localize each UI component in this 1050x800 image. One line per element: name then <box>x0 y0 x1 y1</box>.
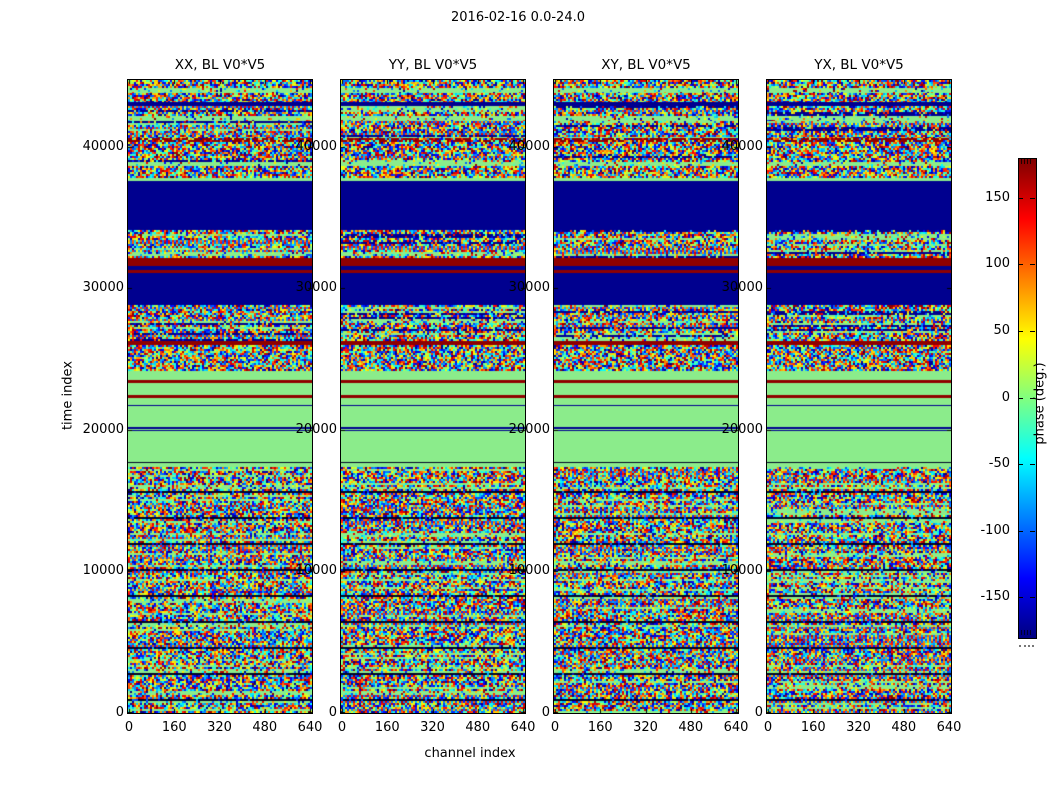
x-tick-label: 160 <box>161 720 187 735</box>
y-tick-label: 10000 <box>82 563 124 579</box>
x-tick-label: 160 <box>587 720 613 735</box>
x-tick-label: 160 <box>800 720 826 735</box>
y-tick-label: 20000 <box>721 421 763 437</box>
colorbar-tick-label: -50 <box>988 456 1010 471</box>
y-tick-label: 10000 <box>508 563 550 579</box>
colorbar-tick-label: 0 <box>1001 390 1010 405</box>
colorbar-tick <box>1018 264 1023 265</box>
colorbar-tick <box>1030 464 1035 465</box>
heatmap-panel-xx <box>127 79 313 714</box>
colorbar-tick-label: 150 <box>985 190 1010 205</box>
x-tick-label: 320 <box>207 720 232 735</box>
y-tick-label: 0 <box>754 705 763 720</box>
colorbar-tick <box>1030 531 1035 532</box>
y-tick-label: 0 <box>541 705 550 720</box>
colorbar-tick <box>1018 531 1023 532</box>
colorbar-bottom-hatch <box>1021 630 1033 635</box>
x-tick-label: 640 <box>936 720 962 735</box>
colorbar-tick-label: 100 <box>985 256 1010 271</box>
y-tick-label: 30000 <box>508 280 550 296</box>
colorbar-tick <box>1030 198 1035 199</box>
x-axis-label: channel index <box>424 746 516 761</box>
heatmap-canvas-xy <box>554 80 738 713</box>
y-tick-label: 10000 <box>295 563 337 579</box>
x-tick-label: 320 <box>633 720 658 735</box>
colorbar-tick <box>1018 198 1023 199</box>
y-tick-label: 0 <box>328 705 337 720</box>
y-tick-label: 30000 <box>295 280 337 296</box>
x-tick-label: 320 <box>420 720 445 735</box>
y-tick-label: 20000 <box>82 421 124 437</box>
panel-title-yx: YX, BL V0*V5 <box>814 57 904 73</box>
colorbar-tick <box>1018 398 1023 399</box>
y-tick-label: 30000 <box>721 280 763 296</box>
panel-title-xx: XX, BL V0*V5 <box>174 57 266 73</box>
panel-title-xy: XY, BL V0*V5 <box>601 57 691 73</box>
x-tick-label: 0 <box>124 720 134 735</box>
colorbar-tick <box>1018 597 1023 598</box>
colorbar-tick <box>1030 331 1035 332</box>
y-tick-label: 40000 <box>82 138 124 154</box>
colorbar-tick <box>1030 398 1035 399</box>
x-tick-label: 0 <box>337 720 347 735</box>
figure-title: 2016-02-16 0.0-24.0 <box>451 10 585 25</box>
y-tick-label: 20000 <box>295 421 337 437</box>
x-tick-label: 0 <box>550 720 560 735</box>
heatmap-canvas-yy <box>341 80 525 713</box>
y-axis-label: time index <box>60 360 76 431</box>
y-tick-label: 40000 <box>508 138 550 154</box>
y-tick-label: 40000 <box>721 138 763 154</box>
x-tick-label: 480 <box>252 720 278 735</box>
x-tick-label: 320 <box>846 720 871 735</box>
heatmap-panel-yx <box>766 79 952 714</box>
colorbar-top-hatch <box>1021 159 1033 164</box>
colorbar-tick-label: -150 <box>980 589 1010 604</box>
colorbar-tick-label: -100 <box>980 523 1010 538</box>
colorbar-tick <box>1030 264 1035 265</box>
heatmap-panel-xy <box>553 79 739 714</box>
colorbar-tick <box>1018 331 1023 332</box>
y-tick-label: 20000 <box>508 421 550 437</box>
x-tick-label: 480 <box>678 720 704 735</box>
heatmap-panel-yy <box>340 79 526 714</box>
colorbar-dotted-edge <box>1019 645 1034 647</box>
colorbar-tick <box>1018 464 1023 465</box>
colorbar-label: phase (deg.) <box>1032 362 1048 445</box>
x-tick-label: 480 <box>891 720 917 735</box>
y-tick-label: 30000 <box>82 280 124 296</box>
colorbar-tick <box>1030 597 1035 598</box>
y-tick-label: 10000 <box>721 563 763 579</box>
heatmap-canvas-yx <box>767 80 951 713</box>
heatmap-canvas-xx <box>128 80 312 713</box>
y-tick-label: 40000 <box>295 138 337 154</box>
figure: 2016-02-16 0.0-24.0 XX, BL V0*V5 YY, BL … <box>0 0 1050 800</box>
colorbar-tick-label: 50 <box>993 323 1010 338</box>
y-tick-label: 0 <box>115 705 124 720</box>
x-tick-label: 0 <box>763 720 773 735</box>
panel-title-yy: YY, BL V0*V5 <box>388 57 478 73</box>
x-tick-label: 480 <box>465 720 491 735</box>
x-tick-label: 160 <box>374 720 400 735</box>
